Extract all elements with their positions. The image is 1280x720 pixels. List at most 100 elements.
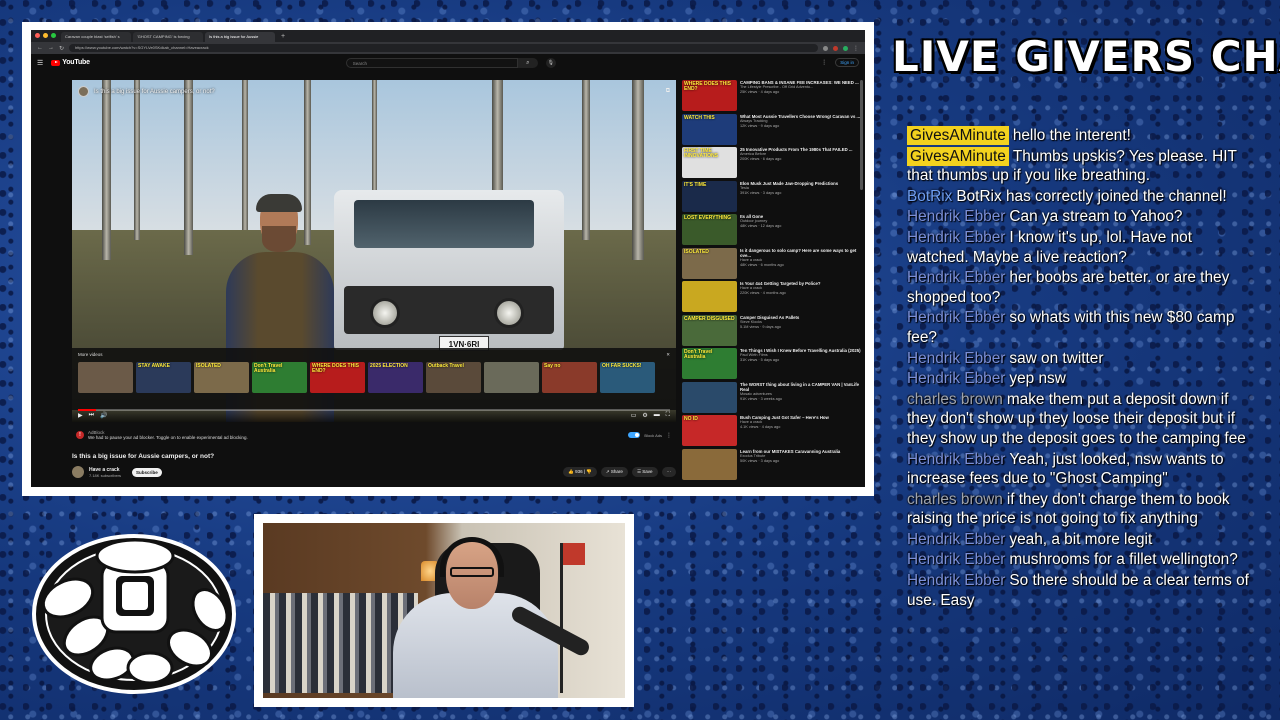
related-video-item[interactable]: Learn from our MISTAKES Caravanning Aust… (682, 448, 862, 483)
progress-bar[interactable] (78, 409, 670, 411)
related-video-item[interactable]: Is Your 4x4 Getting Targeted by Police? H… (682, 281, 862, 315)
browser-tab[interactable]: 'GHOST CAMPING' is forcing (133, 32, 203, 42)
settings-icon[interactable]: ⚙ (642, 412, 647, 419)
page-scrollbar[interactable] (860, 80, 863, 190)
browser-tab-active[interactable]: Is this a big issue for Aussie (205, 32, 275, 42)
related-video-thumbnail[interactable]: FIRST TIME INNOVATIONS (682, 147, 737, 178)
more-video-thumbnail[interactable] (484, 362, 539, 393)
adblock-toggle-label: Block Ads (644, 432, 662, 438)
adblock-toggle[interactable] (628, 432, 641, 438)
related-video-thumbnail[interactable]: ISOLATED (682, 247, 737, 279)
chat-username: Hendrik Ebber (907, 370, 1006, 388)
related-video-item[interactable]: FIRST TIME INNOVATIONS 25 Innovative Prod… (682, 147, 862, 181)
chat-username: BotRix (907, 187, 953, 205)
extension-icon[interactable] (833, 45, 838, 51)
related-video-item[interactable]: LOST EVERYTHING Its all Gone Outdoor journ… (682, 214, 862, 248)
more-video-thumbnail[interactable]: Say no (542, 362, 597, 393)
related-video-thumbnail[interactable]: LOST EVERYTHING (682, 214, 737, 245)
related-video-title[interactable]: The WORST thing about living in a CAMPER… (740, 382, 862, 393)
channel-avatar[interactable] (72, 466, 84, 478)
window-controls[interactable] (35, 33, 56, 38)
settings-dots-icon[interactable]: ⋮ (821, 59, 827, 66)
chat-message: GivesAMinute Thumbs upskis? Yes please. H… (907, 146, 1252, 186)
subscribe-button[interactable]: Subscribe (132, 467, 162, 477)
sign-in-button[interactable]: Sign in (835, 58, 859, 67)
player-title[interactable]: Is this a big issue for Aussie campers, … (94, 89, 215, 95)
maximize-window-icon[interactable] (51, 33, 56, 38)
share-button[interactable]: ↗ Share (600, 467, 628, 477)
chat-username: GivesAMinute (907, 126, 1009, 145)
save-button[interactable]: ☰ Save (631, 467, 658, 477)
chat-text: saw on twitter (1009, 349, 1104, 367)
forward-icon[interactable]: → (48, 45, 54, 51)
related-video-thumbnail[interactable]: Don't Travel Australia (682, 348, 737, 379)
related-video-item[interactable]: Don't Travel Australia Ten Things I Wish … (682, 348, 862, 382)
related-video-item[interactable]: ISOLATED Is it dangerous to solo camp? He… (682, 247, 862, 282)
browser-tab[interactable]: Caravan couple blast 'selfish' s (61, 32, 131, 42)
related-video-item[interactable]: The WORST thing about living in a CAMPER… (682, 381, 862, 416)
more-video-thumbnail[interactable]: ISOLATED (194, 362, 249, 393)
related-video-thumbnail[interactable] (682, 448, 737, 480)
video-title: Is this a big issue for Aussie campers, … (72, 453, 215, 460)
more-video-thumbnail[interactable]: Don't Travel Australia (252, 362, 307, 393)
related-video-thumbnail[interactable]: CAMPER DISGUISED (682, 314, 737, 346)
reload-icon[interactable]: ↻ (59, 45, 64, 52)
related-video-item[interactable]: IT'S TIME Elon Musk Just Made Jaw-Droppin… (682, 180, 862, 215)
chat-username: Hendrik Ebber (907, 572, 1006, 590)
back-icon[interactable]: ← (37, 45, 43, 51)
related-video-title[interactable]: Is it dangerous to solo camp? Here are s… (740, 248, 862, 259)
more-actions-button[interactable]: ··· (661, 467, 676, 477)
related-video-views: 25K views · 4 days ago (740, 90, 780, 95)
volume-icon[interactable]: 🔊 (100, 412, 107, 419)
related-video-item[interactable]: NO ID Bush Camping Just Got Safer – Here'… (682, 415, 862, 449)
subscriber-count: 7.18K subscribers (89, 472, 122, 478)
play-icon[interactable]: ▶ (78, 412, 83, 419)
related-video-thumbnail[interactable]: WHERE DOES THIS END? (682, 80, 737, 111)
chat-text: Can ya stream to Yahoo? (1009, 208, 1183, 226)
close-icon[interactable]: ✕ (666, 352, 670, 358)
related-video-item[interactable]: WATCH THIS What Most Aussie Travellers Ch… (682, 113, 862, 148)
theater-icon[interactable]: ▬ (654, 412, 660, 419)
related-video-item[interactable]: CAMPER DISGUISED Camper Disguised As Pall… (682, 314, 862, 349)
related-video-thumbnail[interactable]: NO ID (682, 415, 737, 446)
like-button[interactable]: 👍 936 | 👎 (563, 467, 597, 477)
more-video-thumbnail[interactable]: Outback Travel (426, 362, 481, 393)
search-input[interactable]: Search (345, 57, 518, 68)
youtube-logo[interactable]: YouTube (51, 59, 90, 66)
related-videos-list: WHERE DOES THIS END? CAMPING BANS & INSAN… (682, 80, 862, 482)
related-video-item[interactable]: WHERE DOES THIS END? CAMPING BANS & INSAN… (682, 80, 862, 114)
minimize-window-icon[interactable] (43, 33, 48, 38)
extension-icon[interactable] (843, 45, 848, 51)
more-video-thumbnail[interactable]: STAY AWAKE (136, 362, 191, 393)
new-tab-button[interactable]: + (277, 32, 289, 42)
more-video-thumbnail[interactable]: OH FAR SUCKS! (600, 362, 655, 393)
next-icon[interactable]: ⏭ (89, 412, 94, 419)
more-video-thumbnail[interactable] (78, 362, 133, 393)
channel-avatar[interactable] (78, 86, 89, 97)
captions-icon[interactable]: ▭ (631, 412, 637, 419)
chat-text: yeah, a bit more legit (1009, 530, 1153, 548)
related-video-thumbnail[interactable] (682, 381, 737, 413)
more-video-thumbnail[interactable]: WHERE DOES THIS END? (310, 362, 365, 393)
extension-icon[interactable] (823, 45, 828, 51)
browser-menu-icon[interactable]: ⋮ (853, 45, 859, 52)
url-field[interactable]: https://www.youtube.com/watch?v=SGYLVe0S… (69, 44, 818, 52)
fist-logo-icon (32, 534, 236, 694)
adblock-menu-icon[interactable]: ⋮ (666, 432, 672, 439)
related-video-thumbnail[interactable]: IT'S TIME (682, 180, 737, 212)
related-video-thumbnail[interactable]: WATCH THIS (682, 113, 737, 145)
fullscreen-icon[interactable]: ⛶ (666, 412, 670, 419)
search-icon[interactable]: ⌕ (517, 57, 538, 68)
more-video-thumbnail[interactable]: 2025 ELECTION (368, 362, 423, 393)
related-video-thumbnail[interactable] (682, 281, 737, 312)
microphone-icon[interactable]: 🎙 (545, 57, 556, 68)
video-player[interactable]: 1VN·6RI Is this a big issue for Aussie c… (72, 80, 676, 422)
player-controls: ▶ ⏭ 🔊 ▭ ⚙ ▬ ⛶ (72, 409, 676, 422)
copy-link-icon[interactable]: ⧉ (666, 88, 670, 95)
chat-username: Hendrik Ebber (907, 269, 1006, 287)
close-window-icon[interactable] (35, 33, 40, 38)
chat-username: Hendrik Ebber (907, 349, 1006, 367)
menu-icon[interactable]: ☰ (37, 59, 43, 67)
thumbs-down-icon[interactable]: | 👎 (584, 469, 592, 474)
channel-name[interactable]: Have a crack (89, 467, 121, 473)
